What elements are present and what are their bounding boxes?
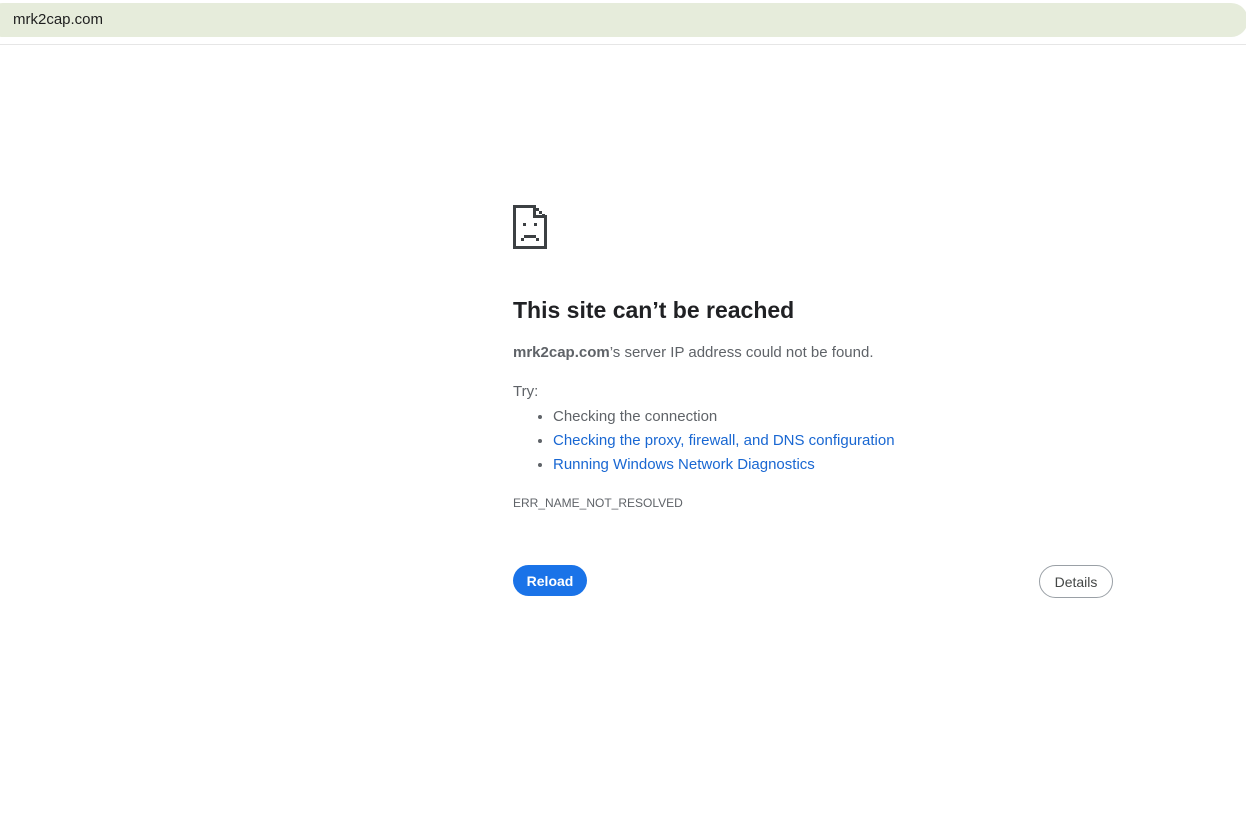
sad-page-icon [513, 205, 547, 249]
error-summary-host: mrk2cap.com [513, 344, 610, 361]
error-code: ERR_NAME_NOT_RESOLVED [513, 496, 683, 510]
address-bar-url[interactable]: mrk2cap.com [13, 11, 103, 29]
suggestions-list: Checking the connection Checking the pro… [513, 405, 895, 477]
reload-button[interactable]: Reload [513, 565, 587, 596]
error-summary-text: ’s server IP address could not be found. [609, 344, 874, 361]
browser-toolbar: mrk2cap.com [0, 0, 1246, 45]
check-proxy-link[interactable]: Checking the proxy, firewall, and DNS co… [553, 432, 895, 449]
suggestion-check-connection: Checking the connection [553, 405, 895, 429]
suggestion-check-proxy: Checking the proxy, firewall, and DNS co… [553, 429, 895, 453]
try-label: Try: [513, 383, 539, 400]
suggestion-network-diagnostics: Running Windows Network Diagnostics [553, 453, 895, 477]
details-button[interactable]: Details [1039, 565, 1113, 598]
network-diagnostics-link[interactable]: Running Windows Network Diagnostics [553, 456, 815, 473]
address-bar[interactable]: mrk2cap.com [0, 3, 1246, 37]
suggestion-check-connection-text: Checking the connection [553, 408, 718, 425]
error-summary: mrk2cap.com’s server IP address could no… [513, 344, 874, 361]
error-heading: This site can’t be reached [513, 297, 795, 323]
